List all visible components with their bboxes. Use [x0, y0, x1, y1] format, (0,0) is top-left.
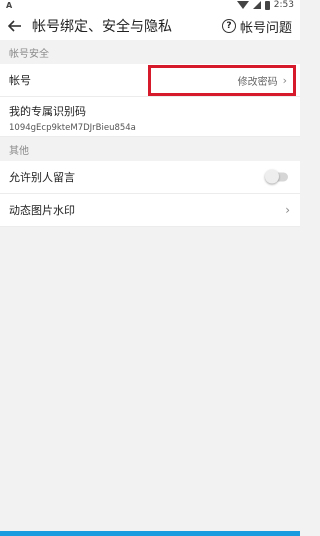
section-header-security: 帐号安全: [0, 40, 300, 64]
battery-icon: [264, 0, 270, 10]
account-help-button[interactable]: ? 帐号问题: [221, 12, 292, 40]
identifier-value: 1094gEcp9kteM7DJrBieu854a: [9, 123, 136, 133]
notification-icon: A: [6, 1, 13, 10]
identifier-label: 我的专属识别码: [9, 105, 86, 118]
wifi-icon: [236, 1, 249, 9]
change-password-button[interactable]: 修改密码 ›: [148, 65, 296, 96]
allow-comments-toggle[interactable]: [265, 169, 288, 184]
status-time: 2:53: [273, 0, 294, 10]
chevron-right-icon: ›: [285, 203, 290, 217]
status-icons: 2:53: [236, 0, 294, 10]
watermark-label: 动态图片水印: [9, 204, 75, 217]
identifier-row: 我的专属识别码 1094gEcp9kteM7DJrBieu854a: [0, 97, 300, 137]
arrow-left-icon: [8, 20, 21, 32]
chevron-right-icon: ›: [282, 74, 287, 87]
allow-comments-row: 允许别人留言: [0, 161, 300, 194]
app-bar: 帐号绑定、安全与隐私 ? 帐号问题: [0, 12, 300, 40]
allow-comments-label: 允许别人留言: [9, 171, 75, 184]
account-help-label: 帐号问题: [239, 20, 292, 36]
status-bar: A 2:53: [0, 0, 300, 12]
signal-icon: [252, 1, 261, 9]
bottom-accent-bar: [0, 531, 300, 536]
question-icon: ?: [221, 19, 236, 33]
watermark-row[interactable]: 动态图片水印 ›: [0, 194, 300, 227]
account-row: 帐号 修改密码 ›: [0, 64, 300, 97]
account-label: 帐号: [9, 74, 31, 87]
page-title: 帐号绑定、安全与隐私: [32, 19, 172, 35]
toggle-knob: [265, 169, 279, 184]
back-button[interactable]: [0, 12, 30, 40]
section-header-other: 其他: [0, 137, 300, 161]
change-password-label: 修改密码: [237, 77, 278, 88]
